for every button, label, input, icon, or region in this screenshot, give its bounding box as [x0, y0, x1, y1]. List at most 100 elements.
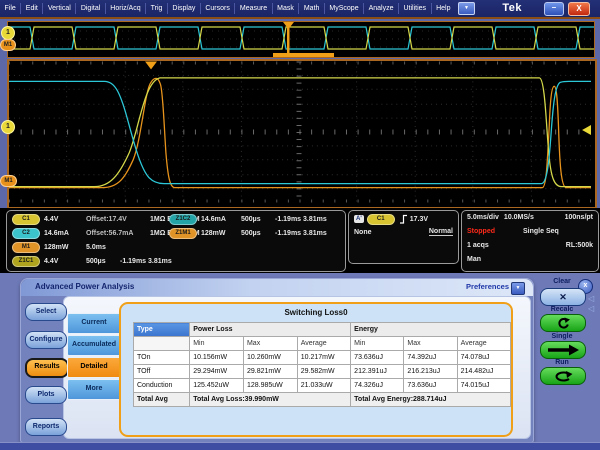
menu-utilities[interactable]: Utilities — [399, 3, 432, 14]
rising-edge-icon — [399, 214, 408, 224]
results-button[interactable]: Results — [25, 358, 69, 378]
type-header: Type — [134, 323, 190, 337]
menu-digital[interactable]: Digital — [76, 3, 105, 14]
run-button[interactable] — [540, 367, 586, 385]
nav-left-icon[interactable]: ◁ — [588, 295, 594, 303]
plots-button[interactable]: Plots — [25, 386, 67, 404]
main-ch1-marker[interactable]: 1 — [1, 120, 15, 134]
c2-offset: Offset:56.7mA — [86, 230, 150, 237]
menu-horizacq[interactable]: Horiz/Acq — [106, 3, 146, 14]
trigger-source-badge[interactable]: C1 — [367, 214, 395, 225]
m1-badge[interactable]: M1 — [12, 242, 40, 253]
main-math1-marker[interactable]: M1 — [0, 175, 17, 187]
z1m1-scale[interactable]: 128mW — [201, 230, 241, 237]
menu-vertical[interactable]: Vertical — [43, 3, 76, 14]
menu-overflow-icon[interactable]: ▼ — [458, 2, 475, 15]
z1c2-scale[interactable]: 14.6mA — [201, 216, 241, 223]
c1-badge[interactable]: C1 — [12, 214, 40, 225]
switching-loss-table: Type Power Loss Energy Min Max Average M… — [133, 322, 511, 407]
recalc-icon — [555, 317, 571, 330]
overview-ch1-marker[interactable]: 1 — [1, 26, 15, 40]
acq-row3: 1 acqs RL:500k — [467, 242, 593, 249]
scope-display: 1 M1 — [0, 19, 600, 273]
acq-row2: Stopped Single Seq — [467, 228, 593, 235]
minimize-icon[interactable]: – — [544, 2, 564, 16]
menu-myscope[interactable]: MyScope — [325, 3, 364, 14]
z1c2-badge[interactable]: Z1C2 — [169, 214, 197, 225]
zoom-region-bar — [273, 53, 334, 57]
power-loss-header: Power Loss — [190, 323, 351, 337]
nav-left-icon-2[interactable]: ◁ — [588, 305, 594, 313]
preferences-link[interactable]: Preferences — [466, 282, 509, 291]
acq-sample-rate: 10.0MS/s — [504, 214, 534, 221]
cell: 74.326uJ — [351, 379, 404, 393]
menu-trig[interactable]: Trig — [146, 3, 168, 14]
c2-badge[interactable]: C2 — [12, 228, 40, 239]
menu-analyze[interactable]: Analyze — [364, 3, 399, 14]
cell: 29.582mW — [297, 365, 350, 379]
subheader-min2: Min — [351, 337, 404, 351]
cell: 73.636uJ — [351, 351, 404, 365]
c2-scale[interactable]: 14.6mA — [44, 230, 86, 237]
subheader-max2: Max — [404, 337, 457, 351]
z1c1-badge[interactable]: Z1C1 — [12, 256, 40, 267]
recalc-button[interactable] — [540, 314, 586, 332]
z1m1-timebase: 500µs — [241, 230, 275, 237]
configure-button[interactable]: Configure — [25, 331, 67, 349]
recalc-label: Recalc — [537, 306, 587, 313]
z1c1-window: -1.19ms 3.81ms — [120, 258, 172, 265]
clear-button[interactable]: ✕ — [540, 288, 586, 306]
row-label: TOn — [134, 351, 190, 365]
run-label: Run — [537, 359, 587, 366]
cell: 10.217mW — [297, 351, 350, 365]
overview-waveforms — [8, 22, 594, 57]
trigger-row2: None Normal — [354, 228, 453, 236]
cell: 74.015uJ — [457, 379, 510, 393]
menu-measure[interactable]: Measure — [235, 3, 272, 14]
apa-title-bar[interactable]: Advanced Power Analysis Preferences ▼ — [21, 279, 533, 296]
preferences-dropdown-icon[interactable]: ▼ — [511, 282, 525, 295]
oscilloscope-screen: File Edit Vertical Digital Horiz/Acq Tri… — [0, 0, 600, 450]
cell: 73.636uJ — [404, 379, 457, 393]
menu-math[interactable]: Math — [299, 3, 325, 14]
tab-current[interactable]: Current — [67, 313, 121, 334]
total-avg-label: Total Avg — [134, 393, 190, 407]
c1-scale[interactable]: 4.4V — [44, 216, 86, 223]
acq-row4: Man — [467, 256, 481, 263]
trigger-level-marker — [582, 125, 591, 135]
z1c1-scale[interactable]: 4.4V — [44, 258, 86, 265]
z1m1-badge[interactable]: Z1M1 — [169, 228, 197, 239]
readout-row-z1c1: Z1C1 4.4V 500µs -1.19ms 3.81ms — [12, 256, 172, 267]
select-button[interactable]: Select — [25, 303, 67, 321]
acquisition-readout-box: 5.0ms/div 10.0MS/s 100ns/pt Stopped Sing… — [461, 210, 599, 272]
cell: 216.213uJ — [404, 365, 457, 379]
reports-button[interactable]: Reports — [25, 418, 67, 436]
menu-file[interactable]: File — [0, 3, 21, 14]
waveform-overview[interactable] — [7, 21, 595, 58]
single-button[interactable] — [540, 341, 586, 359]
menu-edit[interactable]: Edit — [21, 3, 43, 14]
menu-cursors[interactable]: Cursors — [201, 3, 236, 14]
channel-readout-box: C1 4.4V Offset:17.4V 1MΩ Bw:20.0M C2 14.… — [6, 210, 346, 272]
close-icon[interactable]: X — [568, 2, 590, 16]
menu-mask[interactable]: Mask — [273, 3, 300, 14]
z1c2-timebase: 500µs — [241, 216, 275, 223]
cell: 74.392uJ — [404, 351, 457, 365]
m1-scale[interactable]: 128mW — [44, 244, 86, 251]
cell: 212.391uJ — [351, 365, 404, 379]
tab-more[interactable]: More — [67, 379, 121, 400]
main-waveforms — [9, 61, 591, 203]
waveform-main-grid[interactable] — [7, 59, 597, 209]
table-sub-header-row: Min Max Average Min Max Average — [134, 337, 511, 351]
menu-help[interactable]: Help — [432, 3, 455, 14]
tab-detailed[interactable]: Detailed — [67, 357, 121, 378]
tab-accumulated[interactable]: Accumulated — [67, 335, 121, 356]
table-row-toff: TOff 29.294mW 29.821mW 29.582mW 212.391u… — [134, 365, 511, 379]
overview-math1-marker[interactable]: M1 — [0, 39, 16, 51]
trigger-a-icon: A' — [354, 215, 364, 223]
c1-offset: Offset:17.4V — [86, 216, 150, 223]
panel-title: Switching Loss0 — [121, 308, 511, 317]
table-row-conduction: Conduction 125.452uW 128.985uW 21.033uW … — [134, 379, 511, 393]
trigger-readout-box[interactable]: A' C1 17.3V None Normal — [348, 210, 459, 264]
menu-display[interactable]: Display — [168, 3, 201, 14]
